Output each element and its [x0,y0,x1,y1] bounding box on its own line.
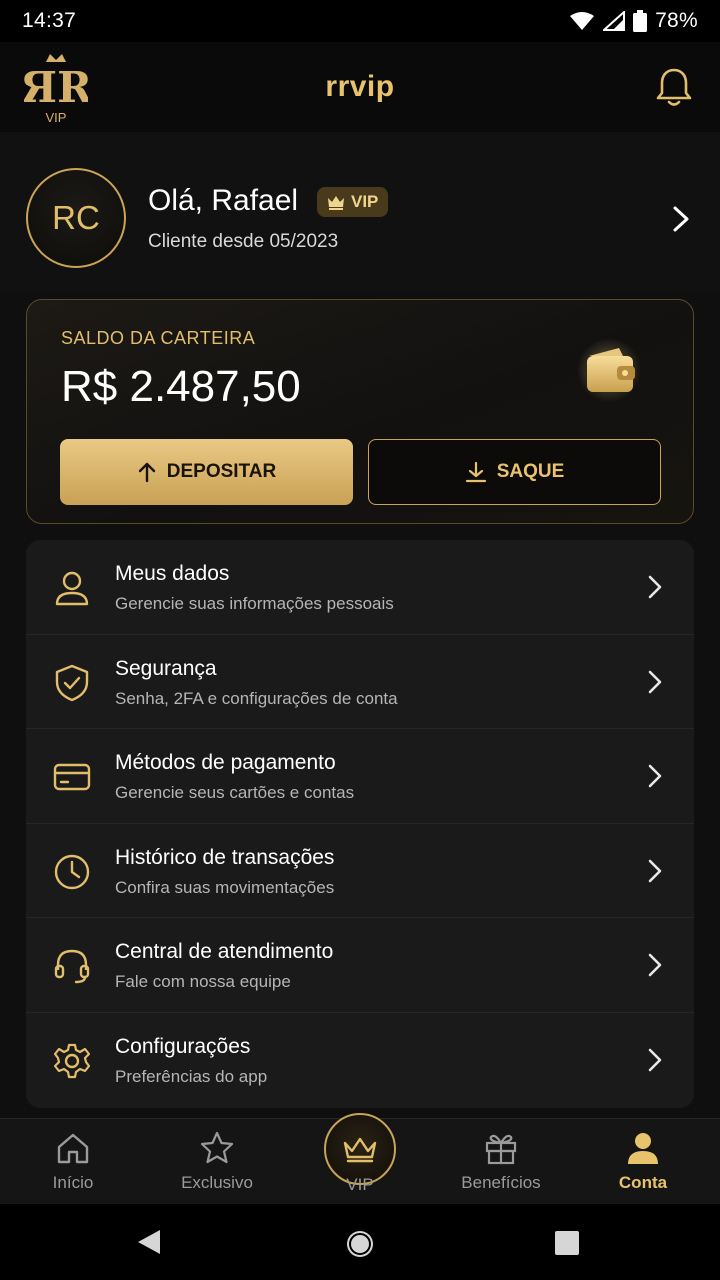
app-title: rrvip [325,70,395,103]
notification-bell-icon[interactable] [654,66,694,108]
wifi-icon [570,12,595,30]
card-icon [53,763,91,791]
nav-label: Benefícios [461,1173,541,1192]
menu-item-payment-methods[interactable]: Métodos de pagamento Gerencie seus cartõ… [26,729,694,824]
menu-item-title: Histórico de transações [115,845,335,869]
menu-item-title: Métodos de pagamento [115,751,336,774]
nav-label-vip: VIP [346,1175,374,1194]
battery-percent: 78% [655,9,698,32]
menu-item-my-data[interactable]: Meus dados Gerencie suas informações pes… [26,540,694,635]
nav-label: Início [52,1173,94,1192]
user-icon [55,571,89,606]
chevron-right-icon [648,1048,662,1071]
gear-icon [53,1043,91,1078]
profile-greeting: Olá, Rafael [148,184,299,217]
deposit-button[interactable]: DEPOSITAR [60,439,353,505]
chevron-right-icon [648,575,662,599]
gift-icon [485,1134,517,1165]
menu-item-subtitle: Gerencie suas informações pessoais [115,594,394,613]
headset-icon [54,949,90,984]
wallet-label: SALDO DA CARTEIRA [61,328,256,348]
person-icon [628,1133,658,1164]
profile-header[interactable]: RC Olá, Rafael VIP Cliente desde 05/2023 [0,132,720,292]
account-menu: Meus dados Gerencie suas informações pes… [26,540,694,1108]
menu-item-security[interactable]: Segurança Senha, 2FA e configurações de … [26,635,694,729]
menu-item-settings[interactable]: Configurações Preferências do app [26,1013,694,1108]
vip-badge-label: VIP [351,192,379,211]
arrow-up-icon [138,462,155,483]
clock-icon [54,854,90,889]
nav-label: Exclusivo [181,1173,253,1192]
menu-item-subtitle: Gerencie seus cartões e contas [115,783,355,802]
wallet-icon [577,338,641,402]
app-header: ЯR VIP rrvip [0,42,720,132]
deposit-label: DEPOSITAR [166,461,277,482]
home-icon [57,1133,89,1164]
crown-icon [328,196,344,210]
menu-item-subtitle: Confira suas movimentações [115,877,335,897]
brand-logo[interactable]: ЯR VIP [24,50,88,126]
vip-status-badge: VIP [317,187,389,217]
download-icon [465,461,486,483]
shield-icon [55,664,89,701]
chevron-right-icon[interactable] [670,204,692,234]
withdraw-label: SAQUE [496,461,565,482]
menu-item-transaction-history[interactable]: Histórico de transações Confira suas mov… [26,824,694,918]
menu-item-support-center[interactable]: Central de atendimento Fale com nossa eq… [26,918,694,1013]
recent-apps-icon[interactable] [554,1230,580,1256]
wallet-card: SALDO DA CARTEIRA R$ 2.487,50 DEPOSITAR … [26,299,694,524]
back-icon[interactable] [136,1228,162,1256]
nav-item-exclusive[interactable]: Exclusivo [152,1119,282,1205]
home-button-icon[interactable] [344,1228,376,1260]
star-icon [200,1131,234,1164]
nav-label: Conta [618,1173,668,1192]
chevron-right-icon [648,953,662,977]
bottom-navigation: Início Exclusivo VIP Benefícios Conta [0,1113,720,1205]
chevron-right-icon [648,764,662,788]
menu-item-subtitle: Fale com nossa equipe [115,972,291,991]
nav-item-home[interactable]: Início [8,1119,138,1205]
withdraw-button[interactable]: SAQUE [368,439,661,505]
nav-item-benefits[interactable]: Benefícios [436,1119,566,1205]
menu-item-title: Segurança [115,656,217,680]
svg-text:ЯR: ЯR [24,63,88,112]
nav-item-account[interactable]: Conta [578,1119,708,1205]
system-navigation-bar [0,1204,720,1280]
signal-icon [603,11,626,31]
crown-icon [343,1137,377,1163]
chevron-right-icon [648,670,662,693]
status-time: 14:37 [22,9,77,32]
menu-item-subtitle: Senha, 2FA e configurações de conta [115,688,398,708]
avatar[interactable]: RC [26,168,126,268]
menu-item-title: Central de atendimento [115,940,334,963]
wallet-balance: R$ 2.487,50 [61,362,301,411]
menu-item-subtitle: Preferências do app [115,1066,268,1086]
battery-icon [633,10,648,32]
chevron-right-icon [648,859,662,882]
status-bar: 14:37 78% [0,0,720,42]
menu-item-title: Meus dados [115,562,230,585]
menu-item-title: Configurações [115,1034,251,1058]
customer-since: Cliente desde 05/2023 [148,231,339,252]
status-icons: 78% [569,9,698,33]
logo-vip-text: VIP [46,110,67,125]
